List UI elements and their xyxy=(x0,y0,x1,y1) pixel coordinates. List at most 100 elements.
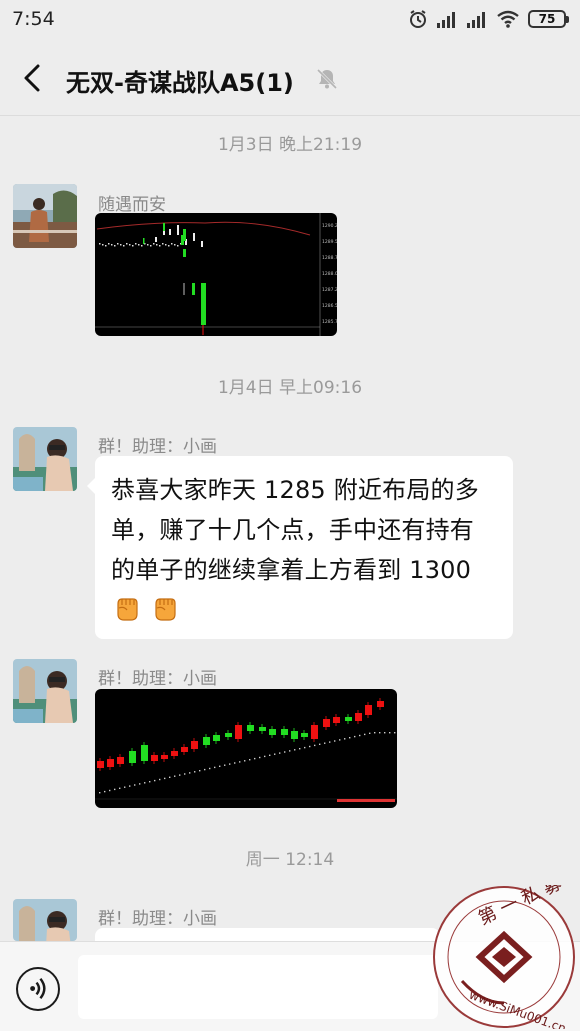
candle xyxy=(114,245,116,247)
chart-image-2[interactable] xyxy=(95,689,397,808)
dot xyxy=(114,788,116,791)
wifi-icon xyxy=(497,10,519,28)
candle xyxy=(99,243,101,245)
candle xyxy=(141,245,143,247)
candle xyxy=(151,755,158,761)
candle xyxy=(165,244,167,246)
voice-input-button[interactable] xyxy=(16,967,60,1011)
dot xyxy=(134,784,136,786)
moving-average-line xyxy=(96,221,311,236)
candle xyxy=(117,243,119,245)
candle xyxy=(291,731,298,739)
avatar[interactable] xyxy=(13,659,77,723)
fist-emoji-icon xyxy=(155,598,176,621)
candle xyxy=(281,729,288,735)
chat-title[interactable]: 无双-奇谋战队A5(1) xyxy=(66,63,294,98)
candle xyxy=(117,757,124,764)
dot xyxy=(214,766,216,769)
fist-emoji-icon xyxy=(117,598,138,621)
dot xyxy=(269,754,271,756)
emoji-row xyxy=(111,592,497,624)
axis-tick-label: 1290.25 xyxy=(322,223,337,229)
candle xyxy=(163,223,165,231)
dot xyxy=(184,773,186,775)
dot xyxy=(234,762,236,764)
dot xyxy=(304,746,306,749)
candle xyxy=(155,237,157,242)
candle xyxy=(102,244,104,246)
status-bar: 7:54 75 xyxy=(0,0,580,40)
battery-indicator: 75 xyxy=(528,10,569,28)
candle xyxy=(323,719,330,727)
dot xyxy=(149,781,151,783)
sender-name: 群！助理：小画 xyxy=(98,669,217,689)
dot xyxy=(299,748,301,750)
dot xyxy=(194,771,196,773)
dot xyxy=(344,738,346,740)
candle xyxy=(269,729,276,735)
candle xyxy=(129,244,131,246)
dot xyxy=(364,733,366,736)
dot xyxy=(159,778,161,781)
dot xyxy=(349,737,351,739)
sender-name: 随遇而安 xyxy=(98,195,166,215)
candle xyxy=(174,244,176,246)
avatar[interactable] xyxy=(13,899,77,941)
candle xyxy=(365,705,372,715)
avatar[interactable] xyxy=(13,184,77,248)
message-line: 恭喜大家昨天 1285 附近布局的多 xyxy=(111,476,479,504)
dot xyxy=(309,745,311,748)
signal-icon-2 xyxy=(467,12,485,28)
dot xyxy=(354,735,356,738)
dot xyxy=(104,790,106,793)
dot xyxy=(179,774,181,776)
alarm-icon xyxy=(410,10,426,28)
dot xyxy=(274,753,276,755)
candle xyxy=(168,245,170,247)
dot xyxy=(279,752,281,754)
candle xyxy=(301,733,308,737)
dot xyxy=(99,792,101,794)
chat-header: 无双-奇谋战队A5(1) xyxy=(0,40,580,116)
dot xyxy=(379,732,381,734)
message-bubble[interactable]: 恭喜大家昨天 1285 附近布局的多 单，赚了十几个点，手中还有持有 的单子的继… xyxy=(87,456,513,639)
sender-name: 群！助理：小画 xyxy=(98,437,217,457)
dot xyxy=(154,779,156,782)
message-input[interactable] xyxy=(78,955,438,1019)
dot xyxy=(339,739,341,741)
candle xyxy=(143,238,145,244)
dot xyxy=(294,749,296,751)
axis-tick-label: 1287.25 xyxy=(322,287,337,293)
candle xyxy=(203,737,210,745)
candle xyxy=(183,229,186,241)
candlestick-chart-2 xyxy=(95,698,397,802)
message-line: 单，赚了十几个点，手中还有持有 xyxy=(111,516,474,544)
dot xyxy=(109,789,111,792)
candle xyxy=(120,244,122,246)
dot xyxy=(369,732,371,734)
avatar[interactable] xyxy=(13,427,77,491)
candle xyxy=(105,245,107,247)
chart-image-1[interactable]: 1290.25 1289.50 1288.75 1288.00 1287.25 1286.… xyxy=(95,213,337,336)
candle xyxy=(355,713,362,721)
candle xyxy=(138,244,140,246)
dot xyxy=(324,742,326,744)
candle xyxy=(162,243,164,245)
candle xyxy=(377,701,384,707)
candle xyxy=(123,245,125,247)
candle xyxy=(156,244,158,246)
dot xyxy=(314,744,316,747)
candle xyxy=(169,229,171,235)
candle xyxy=(311,725,318,739)
dot xyxy=(169,776,171,778)
back-icon[interactable] xyxy=(14,58,54,98)
dot xyxy=(264,755,266,758)
candle xyxy=(126,243,128,245)
candle xyxy=(183,249,186,257)
dot xyxy=(254,757,256,760)
dot xyxy=(229,763,231,765)
candle xyxy=(147,244,149,246)
dot xyxy=(289,750,291,752)
dot xyxy=(199,770,201,772)
candle xyxy=(201,283,206,325)
